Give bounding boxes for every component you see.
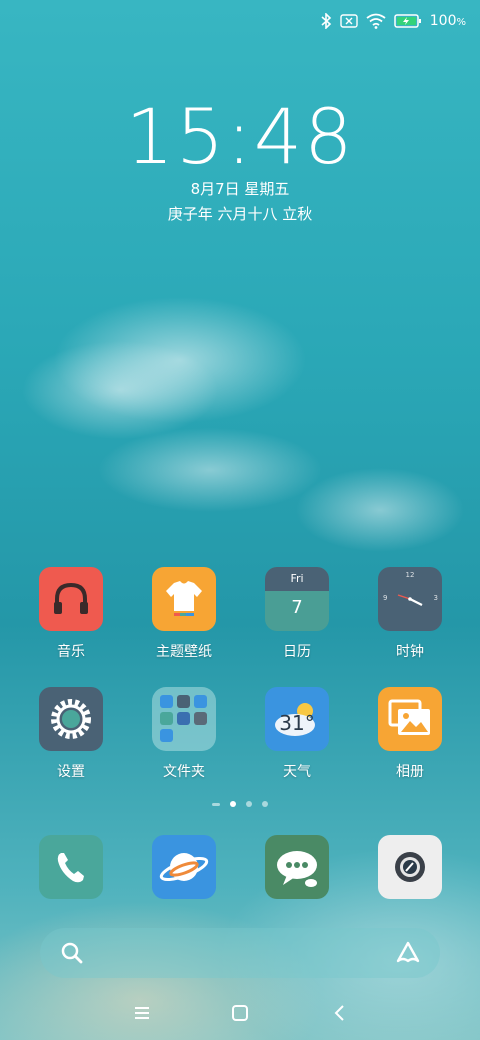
browser-planet-icon [152, 835, 216, 899]
page-indicator-dot[interactable] [262, 801, 268, 807]
gear-icon [39, 687, 103, 751]
app-music[interactable]: 音乐 [21, 567, 121, 661]
search-bar[interactable] [40, 928, 440, 978]
app-label: 主题壁纸 [156, 644, 212, 660]
gallery-icon [378, 687, 442, 751]
app-label: 日历 [283, 644, 311, 660]
dock-browser[interactable] [134, 835, 234, 899]
lunar-date-text: 庚子年 六月十八 立秋 [167, 205, 313, 223]
folder-icon [152, 687, 216, 751]
back-icon[interactable] [328, 1001, 352, 1025]
app-label: 音乐 [57, 644, 85, 660]
app-themes[interactable]: 主题壁纸 [134, 567, 234, 661]
weather-temp: 31° [279, 711, 315, 735]
home-icon[interactable] [228, 1001, 252, 1025]
weather-icon: 31° [265, 687, 329, 751]
camera-icon [378, 835, 442, 899]
menu-icon[interactable] [130, 1001, 154, 1025]
clock-icon: 12 3 9 [378, 567, 442, 631]
wifi-icon [366, 13, 386, 29]
app-label: 文件夹 [163, 764, 205, 780]
app-folder[interactable]: 文件夹 [134, 687, 234, 781]
date-text[interactable]: 8月7日 星期五 [0, 178, 480, 199]
calendar-day-number: 7 [291, 597, 303, 618]
lock-clock-time[interactable]: 15:48 [0, 92, 480, 181]
search-icon[interactable] [60, 941, 84, 969]
status-bar: 100% [320, 8, 466, 34]
page-indicator-home[interactable] [212, 802, 220, 806]
battery-charging-icon [394, 13, 422, 29]
calendar-icon: Fri 7 [265, 567, 329, 631]
app-weather[interactable]: 31° 天气 [247, 687, 347, 781]
tshirt-icon [152, 567, 216, 631]
phone-icon [39, 835, 103, 899]
headphones-icon [39, 567, 103, 631]
app-clock[interactable]: 12 3 9 时钟 [360, 567, 460, 661]
app-label: 设置 [57, 764, 85, 780]
page-indicator[interactable] [0, 801, 480, 807]
dock-camera[interactable] [360, 835, 460, 899]
app-calendar[interactable]: Fri 7 日历 [247, 567, 347, 661]
assistant-icon[interactable] [394, 939, 422, 971]
battery-unit: % [456, 17, 466, 28]
battery-level: 100 [429, 13, 457, 29]
app-label: 时钟 [396, 644, 424, 660]
dock-messages[interactable] [247, 835, 347, 899]
calendar-day-name: Fri [290, 572, 304, 585]
app-label: 天气 [283, 764, 311, 780]
navigation-bar [0, 995, 480, 1029]
dock-phone[interactable] [21, 835, 121, 899]
app-label: 相册 [396, 764, 424, 780]
messages-icon [265, 835, 329, 899]
app-gallery[interactable]: 相册 [360, 687, 460, 781]
bluetooth-icon [320, 13, 332, 29]
page-indicator-dot-active[interactable] [230, 801, 236, 807]
app-settings[interactable]: 设置 [21, 687, 121, 781]
sim-x-icon [340, 14, 358, 28]
page-indicator-dot[interactable] [246, 801, 252, 807]
